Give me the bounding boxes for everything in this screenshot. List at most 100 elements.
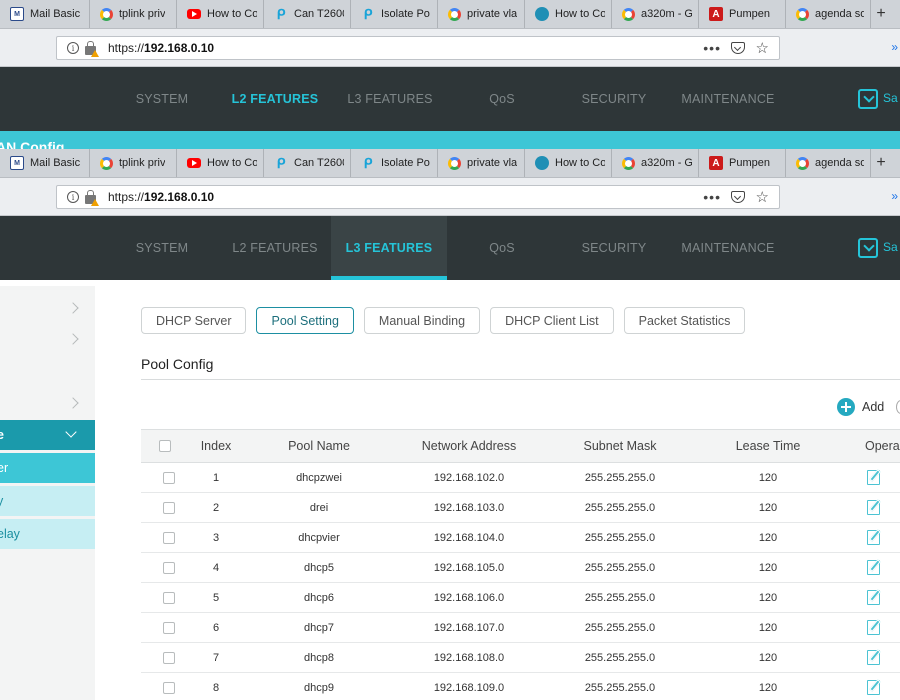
sidebar-item-dhcp-server[interactable]: er (0, 453, 95, 483)
browser-tab[interactable]: How to Co (525, 149, 612, 177)
nav-l2-features[interactable]: L2 FEATURES (220, 67, 330, 131)
sidebar-item-dhcp-l2-relay[interactable]: elay (0, 519, 95, 549)
cell-operation[interactable] (861, 553, 885, 582)
pocket-icon[interactable] (731, 42, 745, 54)
table-row[interactable]: 5 dhcp6 192.168.106.0 255.255.255.0 120 (141, 583, 900, 613)
delete-icon[interactable] (896, 400, 900, 414)
sidebar-item[interactable] (0, 388, 95, 418)
table-row[interactable]: 4 dhcp5 192.168.105.0 255.255.255.0 120 (141, 553, 900, 583)
checkbox[interactable] (163, 501, 175, 514)
table-row[interactable]: 1 dhcpzwei 192.168.102.0 255.255.255.0 120 (141, 463, 900, 493)
page-actions-icon[interactable]: ••• (703, 189, 721, 205)
header-network-address[interactable]: Network Address (391, 430, 547, 462)
row-checkbox[interactable] (159, 523, 179, 552)
select-all-checkbox[interactable] (159, 430, 171, 462)
checkbox[interactable] (159, 440, 171, 452)
edit-icon[interactable] (866, 470, 880, 485)
cell-operation[interactable] (861, 523, 885, 552)
browser-tab[interactable]: private vla (438, 0, 525, 28)
nav-system[interactable]: SYSTEM (124, 67, 200, 131)
nav-system[interactable]: SYSTEM (124, 216, 200, 280)
browser-tab[interactable]: tplink priv (90, 0, 177, 28)
cell-operation[interactable] (861, 463, 885, 492)
browser-tab[interactable]: A Pumpen (699, 0, 786, 28)
add-button[interactable]: Add (837, 398, 884, 416)
table-row[interactable]: 8 dhcp9 192.168.109.0 255.255.255.0 120 (141, 673, 900, 700)
new-tab-button[interactable]: + (871, 154, 891, 172)
sidebar-item[interactable] (0, 293, 95, 323)
browser-tab[interactable]: tplink priv (90, 149, 177, 177)
row-checkbox[interactable] (159, 553, 179, 582)
browser-tab[interactable]: How to Co (177, 0, 264, 28)
edit-icon[interactable] (866, 530, 880, 545)
edit-icon[interactable] (866, 560, 880, 575)
table-row[interactable]: 3 dhcpvier 192.168.104.0 255.255.255.0 120 (141, 523, 900, 553)
edit-icon[interactable] (866, 620, 880, 635)
table-row[interactable]: 6 dhcp7 192.168.107.0 255.255.255.0 120 (141, 613, 900, 643)
browser-tab[interactable]: ᑭ Can T2600 (264, 0, 351, 28)
subtab-dhcp-client-list[interactable]: DHCP Client List (490, 307, 614, 334)
browser-tab[interactable]: A Pumpen (699, 149, 786, 177)
nav-qos[interactable]: QoS (470, 67, 534, 131)
browser-tab[interactable]: agenda so (786, 149, 871, 177)
info-icon[interactable]: i (67, 191, 79, 203)
insecure-lock-icon[interactable] (85, 40, 99, 57)
header-lease-time[interactable]: Lease Time (701, 430, 835, 462)
edit-icon[interactable] (866, 650, 880, 665)
edit-icon[interactable] (866, 500, 880, 515)
browser-tab[interactable]: M Mail Basic (0, 0, 90, 28)
subtab-manual-binding[interactable]: Manual Binding (363, 307, 481, 334)
sidebar-item[interactable] (0, 324, 95, 354)
row-checkbox[interactable] (159, 613, 179, 642)
browser-tab[interactable]: a320m - G (612, 0, 699, 28)
insecure-lock-icon[interactable] (85, 189, 99, 206)
browser-tab[interactable]: How to Co (177, 149, 264, 177)
checkbox[interactable] (163, 591, 175, 604)
nav-l3-features[interactable]: L3 FEATURES (331, 216, 447, 280)
address-field[interactable]: i https://192.168.0.10 ••• ☆ (56, 185, 780, 209)
subtab-dhcp-server[interactable]: DHCP Server (141, 307, 247, 334)
header-pool-name[interactable]: Pool Name (251, 430, 387, 462)
table-row[interactable]: 7 dhcp8 192.168.108.0 255.255.255.0 120 (141, 643, 900, 673)
nav-l3-features[interactable]: L3 FEATURES (334, 67, 446, 131)
cell-operation[interactable] (861, 583, 885, 612)
bookmark-star-icon[interactable]: ☆ (756, 188, 769, 206)
row-checkbox[interactable] (159, 493, 179, 522)
header-index[interactable]: Index (185, 430, 247, 462)
subtab-packet-statistics[interactable]: Packet Statistics (623, 307, 746, 334)
edit-icon[interactable] (866, 680, 880, 695)
checkbox[interactable] (163, 681, 175, 694)
cell-operation[interactable] (861, 673, 885, 700)
header-subnet-mask[interactable]: Subnet Mask (545, 430, 695, 462)
row-checkbox[interactable] (159, 583, 179, 612)
browser-tab[interactable]: ᑭ Can T2600 (264, 149, 351, 177)
pocket-icon[interactable] (731, 191, 745, 203)
save-label[interactable]: Sa (883, 91, 898, 105)
save-icon[interactable] (858, 89, 878, 109)
page-actions-icon[interactable]: ••• (703, 40, 721, 56)
overflow-chevron-icon[interactable]: » (891, 40, 898, 54)
checkbox[interactable] (163, 561, 175, 574)
checkbox[interactable] (163, 531, 175, 544)
browser-tab[interactable]: a320m - G (612, 149, 699, 177)
table-row[interactable]: 2 drei 192.168.103.0 255.255.255.0 120 (141, 493, 900, 523)
cell-operation[interactable] (861, 643, 885, 672)
nav-l2-features[interactable]: L2 FEATURES (220, 216, 330, 280)
overflow-chevron-icon[interactable]: » (891, 189, 898, 203)
sidebar-item-dhcp-relay[interactable]: y (0, 486, 95, 516)
nav-security[interactable]: SECURITY (568, 216, 660, 280)
checkbox[interactable] (163, 651, 175, 664)
checkbox[interactable] (163, 621, 175, 634)
cell-operation[interactable] (861, 613, 885, 642)
browser-tab[interactable]: private vla (438, 149, 525, 177)
browser-tab[interactable]: ᑭ Isolate Po (351, 149, 438, 177)
new-tab-button[interactable]: + (871, 5, 891, 23)
nav-security[interactable]: SECURITY (568, 67, 660, 131)
row-checkbox[interactable] (159, 463, 179, 492)
browser-tab[interactable]: How to Co (525, 0, 612, 28)
bookmark-star-icon[interactable]: ☆ (756, 39, 769, 57)
save-label[interactable]: Sa (883, 240, 898, 254)
nav-qos[interactable]: QoS (470, 216, 534, 280)
nav-maintenance[interactable]: MAINTENANCE (676, 67, 780, 131)
address-field[interactable]: i https://192.168.0.10 ••• ☆ (56, 36, 780, 60)
